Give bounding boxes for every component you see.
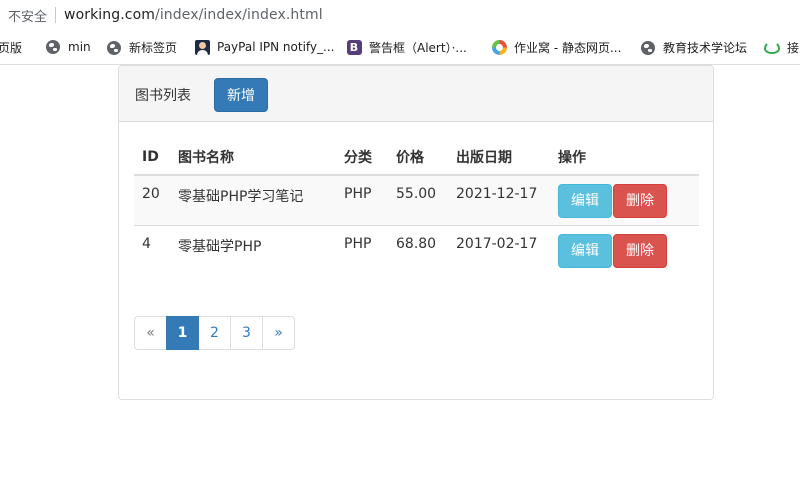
delete-button[interactable]: 删除 [613,184,667,218]
security-indicator[interactable]: 不安全 [8,6,47,25]
pagination: « 1 2 3 » [134,316,295,350]
header-date: 出版日期 [448,140,550,176]
bookmark-item[interactable]: 新标签页 [106,39,177,56]
pagination-prev[interactable]: « [134,316,167,350]
bookmark-label: min [68,40,91,54]
cell-category: PHP [336,224,388,275]
cell-date: 2021-12-17 [448,174,550,225]
pagination-page-2[interactable]: 2 [198,316,231,350]
cell-id: 20 [134,174,170,225]
bookmark-item[interactable]: 教育技术学论坛 [640,39,747,56]
globe-icon [45,39,61,55]
zuoye-icon [491,40,507,56]
cell-actions: 编辑 删除 [550,224,699,275]
delete-button[interactable]: 删除 [613,233,667,268]
cell-category: PHP [336,174,388,225]
pagination-page-1[interactable]: 1 [166,316,199,350]
bookmarks-bar: 页版 min 新标签页 PayPal IPN notify_... B 警告框（… [0,30,800,65]
add-book-button[interactable]: 新增 [214,78,268,112]
header-category: 分类 [336,140,388,176]
bookmark-label: 作业窝 - 静态网页... [514,41,622,55]
book-list-panel: 图书列表 新增 ID 图书名称 分类 价格 出版日期 操作 20 零基础PHP学… [118,65,714,400]
cell-id: 4 [134,224,170,275]
cell-price: 55.00 [388,174,448,225]
address-separator [55,7,57,23]
url-text[interactable]: working.com/index/index/index.html [64,7,323,23]
bookmark-label: 页版 [0,41,23,55]
cell-price: 68.80 [388,224,448,275]
pagination-next[interactable]: » [262,316,295,350]
bookmark-label: 新标签页 [129,41,178,55]
url-host: working.com [64,7,155,23]
url-path: /index/index/index.html [155,7,323,23]
cell-name: 零基础学PHP [170,224,336,275]
leaf-icon [764,40,780,56]
cell-name: 零基础PHP学习笔记 [170,174,336,225]
bookmark-item[interactable]: PayPal IPN notify_... [194,39,334,55]
bookmark-item[interactable]: B 警告框（Alert）·... [346,39,467,56]
bookmark-label: 接 [787,41,800,55]
address-bar[interactable]: 不安全 working.com/index/index/index.html [0,0,800,30]
books-table: ID 图书名称 分类 价格 出版日期 操作 20 零基础PHP学习笔记 PHP … [134,140,699,275]
bookmark-item[interactable]: 页版 [0,39,22,56]
pagination-page-3[interactable]: 3 [230,316,263,350]
bookmark-item[interactable]: 接 [764,39,799,56]
header-name: 图书名称 [170,140,336,176]
edit-button[interactable]: 编辑 [558,184,612,218]
panel-title: 图书列表 [135,88,191,104]
bookmark-label: 教育技术学论坛 [663,41,748,55]
bookmark-item[interactable]: min [45,39,91,55]
header-actions: 操作 [550,140,699,176]
globe-icon [640,40,656,56]
header-id: ID [134,140,170,176]
edit-button[interactable]: 编辑 [558,233,612,268]
cell-actions: 编辑 删除 [550,174,699,225]
header-price: 价格 [388,140,448,176]
bookmark-item[interactable]: 作业窝 - 静态网页... [491,39,621,56]
bootstrap-icon: B [346,40,362,56]
table-row: 4 零基础学PHP PHP 68.80 2017-02-17 编辑 删除 [134,224,699,275]
cell-date: 2017-02-17 [448,224,550,275]
panel-heading: 图书列表 新增 [119,66,713,122]
table-header-row: ID 图书名称 分类 价格 出版日期 操作 [134,140,699,176]
avatar-icon [194,39,210,55]
bookmark-label: PayPal IPN notify_... [217,40,335,54]
bookmark-label: 警告框（Alert）·... [369,41,467,55]
table-row: 20 零基础PHP学习笔记 PHP 55.00 2021-12-17 编辑 删除 [134,174,699,225]
globe-icon [106,40,122,56]
